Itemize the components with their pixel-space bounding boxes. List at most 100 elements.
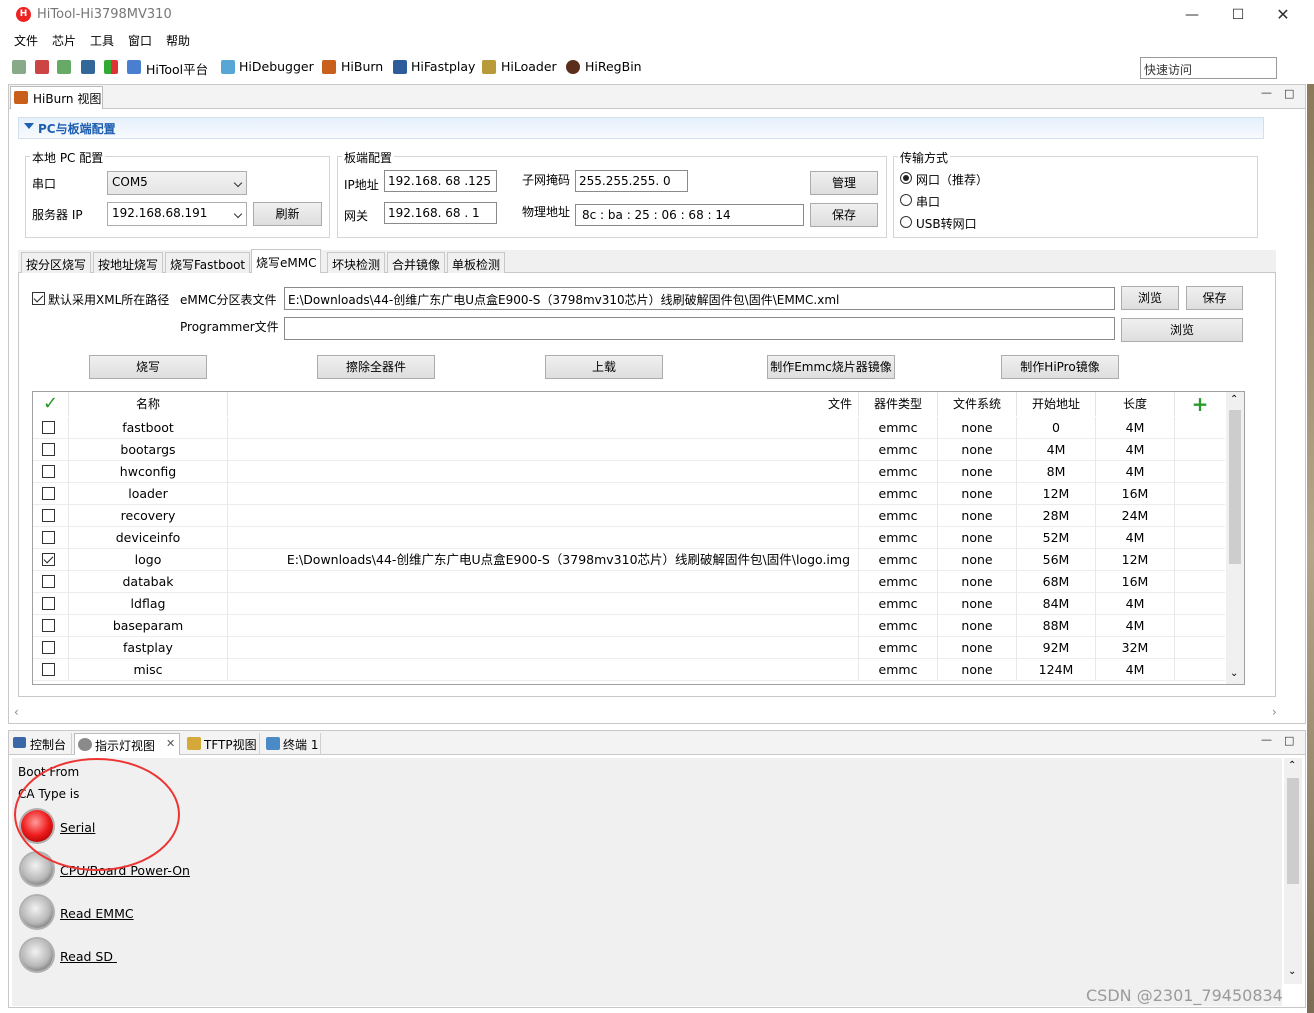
toolbar-hiburn[interactable]: HiBurn [341,59,383,74]
tab-hiburn-view[interactable]: HiBurn 视图 [10,86,103,109]
toolbar-hiregbin[interactable]: HiRegBin [585,59,642,74]
add-row-plus-icon[interactable]: + [1175,392,1225,416]
tab-address[interactable]: 按地址烧写 [93,252,164,273]
mac-field[interactable]: 8c : ba : 25 : 06 : 68 : 14 [575,204,804,226]
row-checkbox[interactable] [42,531,55,544]
header-length[interactable]: 长度 [1096,392,1175,416]
row-checkbox-cell[interactable] [33,461,69,483]
erase-all-button[interactable]: 擦除全器件 [317,355,435,379]
view-maximize-icon[interactable]: □ [1284,87,1294,100]
radio-serial[interactable] [900,194,912,206]
toolbar-hitool[interactable]: HiTool平台 [146,59,208,78]
row-checkbox[interactable] [42,663,55,676]
header-fs[interactable]: 文件系统 [938,392,1017,416]
refresh-button[interactable]: 刷新 [253,202,322,226]
section-header[interactable] [18,117,1264,139]
programmer-path-field[interactable] [284,317,1115,340]
tab-fastboot[interactable]: 烧写Fastboot [165,252,251,273]
led-sd-label[interactable]: Read SD [60,949,117,964]
disconnect-icon[interactable] [35,60,49,74]
tab-tftp[interactable]: TFTP视图 [184,733,260,755]
row-checkbox[interactable] [42,487,55,500]
row-checkbox-cell[interactable] [33,615,69,637]
tab-badblock[interactable]: 坏块检测 [327,252,386,273]
xml-default-checkbox[interactable] [32,292,45,305]
led-emmc-label[interactable]: Read EMMC [60,906,134,921]
row-checkbox-cell[interactable] [33,505,69,527]
menu-file[interactable]: 文件 [14,32,38,49]
toolbar-hifastplay[interactable]: HiFastplay [411,59,475,74]
header-name[interactable]: 名称 [69,392,228,416]
radio-network[interactable] [900,172,912,184]
board-save-button[interactable]: 保存 [810,203,878,227]
menu-window[interactable]: 窗口 [128,32,152,49]
tab-board-check[interactable]: 单板检测 [447,252,506,273]
bottom-maximize-icon[interactable]: □ [1284,734,1294,747]
row-checkbox[interactable] [42,443,55,456]
hscroll-right-icon[interactable]: › [1272,705,1277,719]
row-checkbox[interactable] [42,465,55,478]
tab-emmc[interactable]: 烧写eMMC [251,249,322,274]
connect-icon[interactable] [12,60,26,74]
home-icon[interactable] [127,60,141,74]
row-checkbox-cell[interactable] [33,549,69,571]
header-file[interactable]: 文件 [228,392,859,416]
com-port-select[interactable]: COM5 [107,171,247,195]
scroll-down-icon[interactable]: ⌄ [1230,668,1238,679]
toolbar-hidebugger[interactable]: HiDebugger [239,59,314,74]
row-checkbox-cell[interactable] [33,483,69,505]
led-panel-scroll-thumb[interactable] [1287,778,1299,884]
board-ip-field[interactable]: 192.168. 68 .125 [384,170,497,192]
close-icon[interactable]: ✕ [166,737,175,750]
terminal-icon[interactable] [81,60,95,74]
scroll-up-icon[interactable]: ⌃ [1230,394,1238,405]
row-checkbox-cell[interactable] [33,527,69,549]
regbin-icon[interactable] [566,60,580,74]
mask-field[interactable]: 255.255.255. 0 [575,170,688,192]
transfer-icon[interactable] [104,60,118,74]
gateway-field[interactable]: 192.168. 68 . 1 [384,202,497,224]
quick-access-input[interactable]: 快速访问 [1140,57,1277,79]
row-checkbox[interactable] [42,575,55,588]
row-checkbox-cell[interactable] [33,571,69,593]
programmer-browse-button[interactable]: 浏览 [1121,318,1243,342]
hscroll-left-icon[interactable]: ‹ [14,705,19,719]
burn-icon[interactable] [322,60,336,74]
menu-chip[interactable]: 芯片 [52,32,76,49]
upload-button[interactable]: 上载 [545,355,663,379]
xml-path-field[interactable]: E:\Downloads\44-创维广东广电U点盒E900-S（3798mv31… [284,287,1115,310]
tab-partition[interactable]: 按分区烧写 [21,252,92,273]
view-minimize-icon[interactable]: — [1261,86,1272,99]
loader-icon[interactable] [482,60,496,74]
row-checkbox[interactable] [42,421,55,434]
minimize-button[interactable]: — [1182,6,1202,24]
row-checkbox[interactable] [42,553,55,566]
close-button[interactable]: ✕ [1273,6,1293,24]
debugger-icon[interactable] [221,60,235,74]
tab-led-view[interactable]: 指示灯视图 ✕ [74,733,180,755]
bottom-minimize-icon[interactable]: — [1261,733,1272,746]
row-checkbox[interactable] [42,509,55,522]
tab-console[interactable]: 控制台 [10,733,72,755]
make-emmc-image-button[interactable]: 制作Emmc烧片器镜像 [767,355,895,379]
burn-button[interactable]: 烧写 [89,355,207,379]
server-ip-select[interactable]: 192.168.68.191 [107,202,247,226]
header-start[interactable]: 开始地址 [1017,392,1096,416]
tab-terminal[interactable]: 终端 1 [263,733,321,755]
toolbar-hiloader[interactable]: HiLoader [501,59,557,74]
led-scroll-down-icon[interactable]: ⌄ [1288,966,1296,977]
row-checkbox[interactable] [42,619,55,632]
row-checkbox-cell[interactable] [33,439,69,461]
row-checkbox-cell[interactable] [33,659,69,681]
tab-merge[interactable]: 合并镜像 [387,252,446,273]
make-hipro-image-button[interactable]: 制作HiPro镜像 [1001,355,1119,379]
collapse-arrow-icon[interactable] [24,123,34,129]
table-scroll-thumb[interactable] [1229,410,1241,564]
chip-icon[interactable] [57,60,71,74]
header-type[interactable]: 器件类型 [859,392,938,416]
select-all-check-icon[interactable]: ✓ [33,392,69,416]
maximize-button[interactable]: ☐ [1228,6,1248,24]
menu-tools[interactable]: 工具 [90,32,114,49]
row-checkbox[interactable] [42,597,55,610]
radio-usb-net[interactable] [900,216,912,228]
